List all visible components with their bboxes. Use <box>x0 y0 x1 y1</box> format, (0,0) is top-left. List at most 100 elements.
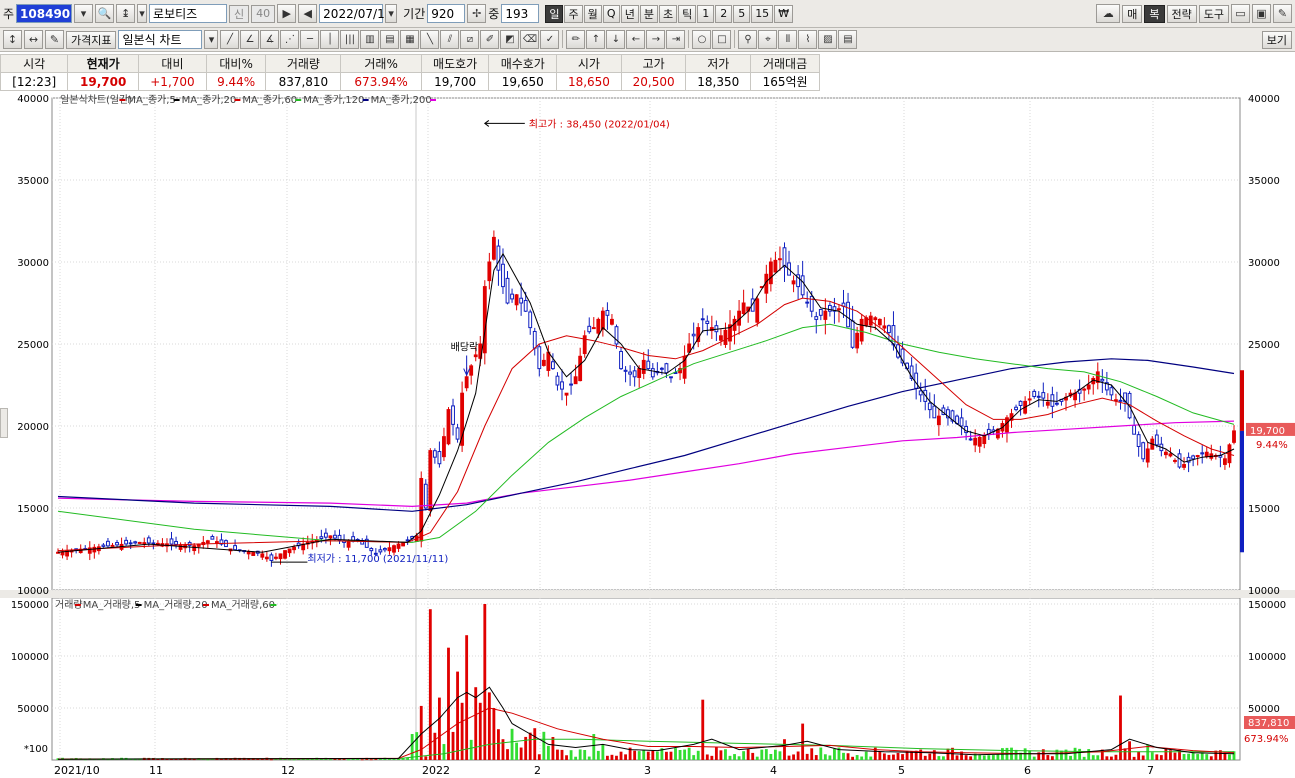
view-button[interactable]: 보기 <box>1261 30 1292 49</box>
volume-bar <box>424 756 428 760</box>
search-icon[interactable]: 🔍 <box>95 4 115 23</box>
pattern-tool-icon[interactable]: ▨ <box>818 30 838 49</box>
arrow-right-icon[interactable]: → <box>646 30 666 49</box>
play-next-icon[interactable]: ▶ <box>277 4 297 23</box>
interval-button-4[interactable]: 년 <box>620 4 639 23</box>
erase-select-icon[interactable]: ◩ <box>500 30 520 49</box>
parallel-line-icon[interactable]: ⫽ <box>440 30 460 49</box>
ellipse-tool-icon[interactable]: ○ <box>692 30 712 49</box>
speed-line-icon[interactable]: ⋰ <box>280 30 300 49</box>
margin-badge: 40 <box>251 4 276 23</box>
volume-bar <box>810 748 814 760</box>
cloud-icon[interactable]: ☁ <box>1096 4 1121 23</box>
quote-value-cell: 9.44% <box>205 72 267 91</box>
candle-body <box>1204 451 1209 457</box>
buy-button[interactable]: 매 <box>1122 4 1143 23</box>
horizontal-line-icon[interactable]: ─ <box>300 30 320 49</box>
candle-body <box>846 301 850 328</box>
stock-name-field[interactable]: 로보티즈 <box>149 4 228 23</box>
interval-button-9[interactable]: 2 <box>715 4 733 23</box>
fibo-time-icon[interactable]: ▥ <box>360 30 380 49</box>
interval-button-2[interactable]: 월 <box>583 4 602 23</box>
volume-bar <box>846 753 850 760</box>
interval-button-7[interactable]: 틱 <box>678 4 697 23</box>
interval-button-5[interactable]: 분 <box>639 4 658 23</box>
grid-tool-icon[interactable]: ▦ <box>400 30 420 49</box>
interval-button-0[interactable]: 일 <box>545 4 564 23</box>
code-dropdown-icon[interactable]: ▾ <box>74 4 94 23</box>
price-indicator-button[interactable]: 가격지표 <box>66 30 117 49</box>
trend-line-icon[interactable]: ╱ <box>220 30 240 49</box>
rect-tool-icon[interactable]: □ <box>712 30 732 49</box>
cycle-lines-icon[interactable]: ||| <box>340 30 360 49</box>
date-dropdown-icon[interactable]: ▾ <box>385 4 398 23</box>
quote-header-cell: 거래대금 <box>750 54 820 73</box>
pen-tool-icon[interactable]: ✐ <box>480 30 500 49</box>
interval-button-10[interactable]: 5 <box>733 4 751 23</box>
chart-type-dropdown-icon[interactable]: ▾ <box>204 30 219 49</box>
period-input[interactable]: 920 <box>427 4 466 23</box>
candle-body <box>873 317 878 321</box>
print-tool-icon[interactable]: ▤ <box>838 30 858 49</box>
interval-button-3[interactable]: Q <box>602 4 620 23</box>
candle-body <box>333 534 337 539</box>
arrow-up-icon[interactable]: ↑ <box>586 30 606 49</box>
fit-icon[interactable]: ✢ <box>467 4 487 23</box>
volume-bar <box>1119 695 1122 760</box>
jump-end-icon[interactable]: ⇥ <box>666 30 686 49</box>
eraser-icon[interactable]: ⌫ <box>520 30 540 49</box>
angle-line-icon[interactable]: ∠ <box>240 30 260 49</box>
zigzag-tool-icon[interactable]: ⌇ <box>798 30 818 49</box>
sort-icon[interactable]: ↨ <box>116 4 136 23</box>
date-field[interactable]: 2022/07/18 <box>319 4 392 23</box>
candle-body <box>423 483 428 509</box>
interval-button-1[interactable]: 주 <box>564 4 583 23</box>
arrow-left-icon[interactable]: ← <box>626 30 646 49</box>
candle-body <box>269 554 274 561</box>
tools-button[interactable]: 도구 <box>1198 4 1229 23</box>
volume-bar <box>1228 754 1231 760</box>
vertical-line-icon[interactable]: │ <box>320 30 340 49</box>
interval-button-12[interactable]: ₩ <box>774 4 794 23</box>
candle-body <box>1082 388 1087 391</box>
wrench-icon[interactable]: ✎ <box>1273 4 1292 23</box>
interval-button-6[interactable]: 초 <box>658 4 678 23</box>
volume-bar <box>1164 748 1168 760</box>
zoom-label: 중 <box>488 7 500 21</box>
candle-body <box>850 320 855 348</box>
save-icon[interactable]: ▣ <box>1252 4 1271 23</box>
multi-button[interactable]: 복 <box>1144 4 1165 23</box>
arrow-down-icon[interactable]: ↓ <box>606 30 626 49</box>
play-prev-icon[interactable]: ◀ <box>298 4 318 23</box>
fibo-retrace-icon[interactable]: ▤ <box>380 30 400 49</box>
volume-bar <box>406 757 410 760</box>
strategy-button[interactable]: 전략 <box>1166 4 1197 23</box>
edit-icon[interactable]: ✎ <box>45 30 64 49</box>
channel-line-icon[interactable]: ╲ <box>420 30 440 49</box>
sort-dropdown-icon[interactable]: ▾ <box>137 4 148 23</box>
price-tick-left: 10000 <box>17 586 49 597</box>
magnify-tool-icon[interactable]: ⚲ <box>738 30 758 49</box>
stock-code-input[interactable]: 108490 <box>16 4 73 23</box>
wave-tool-icon[interactable]: ⦀ <box>778 30 798 49</box>
volume-bar <box>633 750 637 760</box>
cross-tool-icon[interactable]: ⌖ <box>758 30 778 49</box>
interval-button-11[interactable]: 15 <box>751 4 774 23</box>
fan-line-icon[interactable]: ∡ <box>260 30 280 49</box>
volume-bar <box>1205 754 1209 760</box>
quote-value-cell: 19,700 <box>67 72 139 91</box>
chart-type-select[interactable]: 일본식 차트 <box>118 30 203 49</box>
zoom-input[interactable]: 193 <box>501 4 540 23</box>
candle-body <box>137 541 142 544</box>
check-tool-icon[interactable]: ✓ <box>540 30 560 49</box>
pencil-tool-icon[interactable]: ✏ <box>566 30 586 49</box>
interval-button-8[interactable]: 1 <box>697 4 715 23</box>
volume-bar <box>796 751 800 760</box>
candle-body <box>914 372 919 389</box>
volume-bar <box>742 751 746 760</box>
horizontal-resize-icon[interactable]: ↔ <box>24 30 43 49</box>
candle-body <box>932 405 937 419</box>
vertical-resize-icon[interactable]: ↕ <box>3 30 22 49</box>
box-tool-icon[interactable]: ⧄ <box>460 30 480 49</box>
folder-icon[interactable]: ▭ <box>1231 4 1250 23</box>
